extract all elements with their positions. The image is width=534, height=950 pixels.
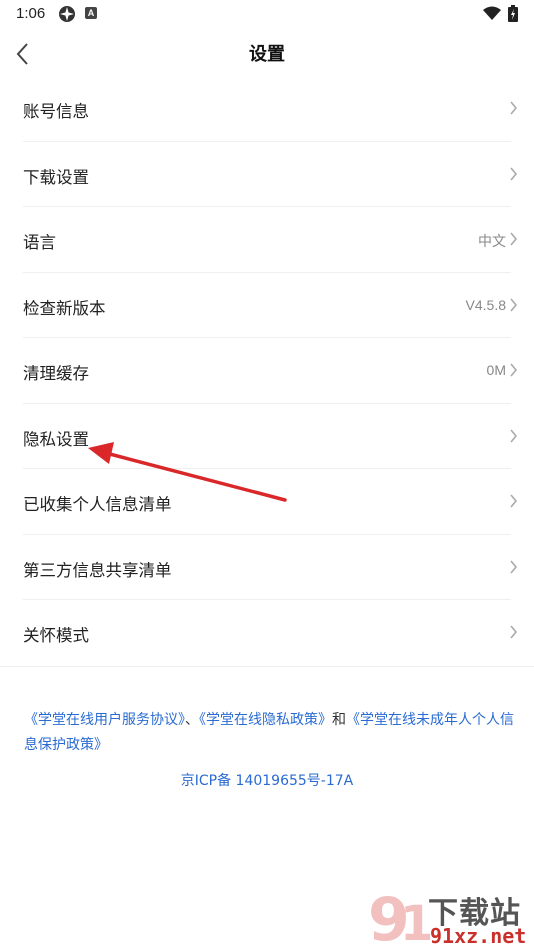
status-bar: 1:06 A xyxy=(0,0,534,28)
settings-list: 账号信息 下载设置 语言 中文 检查新版本 V4.5.8 清理缓存 0M 隐私设… xyxy=(0,76,534,666)
settings-item-privacy-settings[interactable]: 隐私设置 xyxy=(0,404,534,469)
settings-item-label: 关怀模式 xyxy=(23,626,89,645)
list-bottom-divider xyxy=(0,666,534,667)
settings-item-clear-cache[interactable]: 清理缓存 0M xyxy=(0,338,534,404)
chevron-right-icon xyxy=(510,494,518,508)
settings-item-label: 语言 xyxy=(23,233,56,252)
settings-item-label: 清理缓存 xyxy=(23,364,89,383)
user-agreement-link[interactable]: 《学堂在线用户服务协议》 xyxy=(24,712,185,728)
settings-item-label: 隐私设置 xyxy=(23,429,89,449)
settings-item-collected-info-list[interactable]: 已收集个人信息清单 xyxy=(0,469,534,535)
icp-record-link[interactable]: 京ICP备 14019655号-17A xyxy=(0,770,534,790)
settings-item-value: 0M xyxy=(486,362,506,378)
chevron-right-icon xyxy=(510,232,518,246)
watermark-logo-icon: 9 1 xyxy=(368,885,433,950)
settings-item-label: 已收集个人信息清单 xyxy=(23,495,172,514)
separator: 、 xyxy=(185,712,199,728)
settings-item-label: 下载设置 xyxy=(23,167,89,187)
and-text: 和 xyxy=(332,712,346,728)
settings-item-account-info[interactable]: 账号信息 xyxy=(0,76,534,142)
settings-item-language[interactable]: 语言 中文 xyxy=(0,207,534,273)
settings-item-value: V4.5.8 xyxy=(465,296,506,313)
chevron-right-icon xyxy=(510,625,518,639)
watermark: 9 1 下载站 91xz.net xyxy=(364,882,534,950)
chevron-right-icon xyxy=(510,363,518,377)
chevron-right-icon xyxy=(510,166,518,181)
battery-icon xyxy=(508,5,518,22)
nav-bar: 设置 xyxy=(0,28,534,78)
chevron-right-icon xyxy=(510,101,518,115)
privacy-policy-link[interactable]: 《学堂在线隐私政策》 xyxy=(199,712,332,728)
settings-item-download-settings[interactable]: 下载设置 xyxy=(0,142,534,207)
page-title: 设置 xyxy=(249,44,285,65)
settings-item-third-party-sharing-list[interactable]: 第三方信息共享清单 xyxy=(0,535,534,600)
settings-item-check-version[interactable]: 检查新版本 V4.5.8 xyxy=(0,273,534,338)
watermark-site: 91xz.net xyxy=(430,924,527,948)
chevron-right-icon xyxy=(510,559,518,574)
settings-item-care-mode[interactable]: 关怀模式 xyxy=(0,600,534,666)
settings-item-value: 中文 xyxy=(478,233,506,249)
settings-item-label: 账号信息 xyxy=(23,102,89,121)
a-icon: A xyxy=(85,7,97,19)
agreements-text: 《学堂在线用户服务协议》、《学堂在线隐私政策》和《学堂在线未成年人个人信息保护政… xyxy=(24,708,516,758)
settings-item-label: 第三方信息共享清单 xyxy=(23,560,172,580)
chevron-right-icon xyxy=(510,297,518,312)
status-time: 1:06 xyxy=(16,5,46,22)
app-notification-icon xyxy=(59,6,75,22)
chevron-right-icon xyxy=(510,428,518,443)
wifi-icon xyxy=(483,6,501,20)
settings-item-label: 检查新版本 xyxy=(23,298,106,318)
